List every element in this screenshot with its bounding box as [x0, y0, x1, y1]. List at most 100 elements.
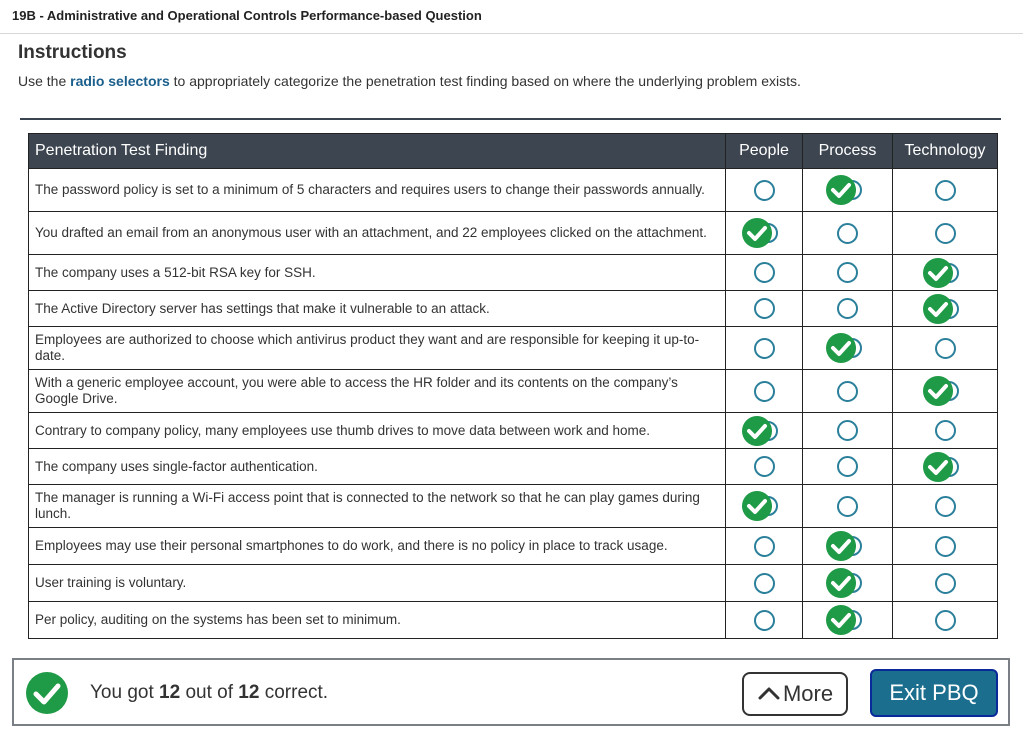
option-cell-process	[802, 168, 893, 212]
table-row: You drafted an email from an anonymous u…	[28, 211, 998, 255]
radio-technology[interactable]	[934, 222, 956, 244]
radio-technology[interactable]	[934, 572, 956, 594]
radio-process[interactable]	[837, 298, 858, 319]
correct-check-icon	[923, 257, 953, 288]
radio-selected-process[interactable]	[825, 175, 870, 205]
option-cell-people	[725, 412, 803, 449]
radio-selected-people[interactable]	[742, 491, 786, 521]
table-header-row: Penetration Test Finding People Process …	[28, 133, 998, 169]
finding-text: With a generic employee account, you wer…	[28, 369, 726, 413]
score-middle: out of	[180, 682, 239, 703]
header-people: People	[725, 133, 803, 169]
radio-people[interactable]	[753, 380, 775, 402]
score-suffix: correct.	[259, 682, 329, 703]
correct-check-icon	[742, 415, 772, 446]
radio-process[interactable]	[837, 495, 858, 517]
radio-technology[interactable]	[934, 609, 956, 631]
option-cell-people	[725, 168, 803, 212]
header-process: Process	[802, 133, 893, 169]
option-cell-process	[802, 527, 893, 565]
more-button[interactable]: More	[742, 672, 848, 716]
table-row: User training is voluntary.	[28, 564, 998, 602]
option-cell-technology	[892, 601, 998, 639]
correct-check-icon	[825, 175, 856, 205]
option-cell-people	[725, 601, 803, 639]
radio-selected-process[interactable]	[825, 333, 870, 363]
radio-selected-technology[interactable]	[923, 257, 967, 288]
more-label: More	[782, 681, 834, 706]
option-cell-people	[725, 211, 803, 255]
exit-pbq-button[interactable]: Exit PBQ	[870, 669, 998, 717]
radio-technology[interactable]	[934, 535, 956, 557]
option-cell-technology	[892, 412, 998, 449]
finding-text: The manager is running a Wi-Fi access po…	[28, 484, 726, 528]
table-row: The manager is running a Wi-Fi access po…	[28, 484, 998, 528]
finding-text: The company uses a 512-bit RSA key for S…	[28, 254, 726, 291]
option-cell-people	[725, 527, 803, 565]
success-check-icon	[26, 672, 68, 714]
radio-people[interactable]	[753, 179, 775, 201]
radio-process[interactable]	[837, 380, 858, 402]
finding-text: User training is voluntary.	[28, 564, 726, 602]
option-cell-people	[725, 369, 803, 413]
radio-people[interactable]	[753, 337, 775, 359]
radio-people[interactable]	[753, 609, 775, 631]
radio-process[interactable]	[837, 222, 858, 244]
option-cell-process	[802, 290, 893, 327]
option-cell-people	[725, 564, 803, 602]
finding-text: The Active Directory server has settings…	[28, 290, 726, 327]
table-row: Employees may use their personal smartph…	[28, 527, 998, 565]
radio-selected-technology[interactable]	[923, 293, 967, 324]
option-cell-people	[725, 290, 803, 327]
radio-people[interactable]	[753, 298, 775, 319]
radio-selected-people[interactable]	[742, 415, 786, 446]
instructions-highlight: radio selectors	[70, 73, 170, 89]
correct-check-icon	[825, 605, 856, 635]
correct-check-icon	[742, 491, 772, 521]
option-cell-technology	[892, 290, 998, 327]
radio-technology[interactable]	[934, 337, 956, 359]
radio-technology[interactable]	[934, 420, 956, 441]
option-cell-technology	[892, 564, 998, 602]
instructions-text-before: Use the	[18, 73, 71, 89]
finding-text: Per policy, auditing on the systems has …	[28, 601, 726, 639]
header-finding: Penetration Test Finding	[28, 133, 726, 169]
score-prefix: You got	[90, 682, 160, 703]
instructions-text-after: to appropriately categorize the penetrat…	[169, 73, 801, 89]
radio-selected-technology[interactable]	[923, 451, 967, 482]
option-cell-technology	[892, 448, 998, 485]
option-cell-process	[802, 484, 893, 528]
correct-check-icon	[825, 568, 856, 598]
radio-people[interactable]	[753, 572, 775, 594]
correct-check-icon	[825, 531, 856, 561]
score-total: 12	[238, 682, 260, 703]
radio-selected-process[interactable]	[825, 605, 870, 635]
radio-technology[interactable]	[934, 495, 956, 517]
divider	[20, 118, 1001, 120]
radio-people[interactable]	[753, 456, 775, 477]
radio-selected-people[interactable]	[742, 218, 786, 248]
instructions-heading: Instructions	[18, 42, 127, 63]
finding-text: The password policy is set to a minimum …	[28, 168, 726, 212]
finding-text: Employees may use their personal smartph…	[28, 527, 726, 565]
option-cell-technology	[892, 369, 998, 413]
option-cell-process	[802, 564, 893, 602]
radio-people[interactable]	[753, 262, 775, 283]
option-cell-people	[725, 484, 803, 528]
radio-process[interactable]	[837, 456, 858, 477]
finding-text: Employees are authorized to choose which…	[28, 326, 726, 370]
title-bar: 19B - Administrative and Operational Con…	[0, 0, 1023, 34]
radio-selected-process[interactable]	[825, 531, 870, 561]
radio-people[interactable]	[753, 535, 775, 557]
finding-text: Contrary to company policy, many employe…	[28, 412, 726, 449]
option-cell-process	[802, 601, 893, 639]
radio-selected-technology[interactable]	[923, 376, 967, 406]
radio-selected-process[interactable]	[825, 568, 870, 598]
table-row: Contrary to company policy, many employe…	[28, 412, 998, 449]
radio-process[interactable]	[837, 262, 858, 283]
radio-technology[interactable]	[934, 179, 956, 201]
option-cell-process	[802, 254, 893, 291]
option-cell-technology	[892, 326, 998, 370]
option-cell-process	[802, 448, 893, 485]
radio-process[interactable]	[837, 420, 858, 441]
